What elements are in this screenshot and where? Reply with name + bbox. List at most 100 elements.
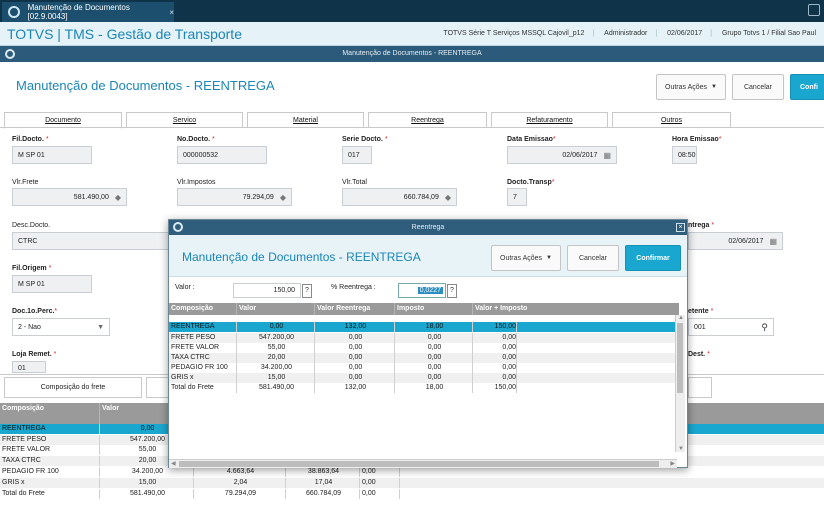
no-docto-label: No.Docto. *: [177, 136, 215, 143]
outras-acoes-button[interactable]: Outras Ações ▼: [656, 74, 726, 100]
scroll-down-icon[interactable]: ▼: [678, 446, 684, 452]
scroll-right-icon[interactable]: ▶: [670, 460, 675, 467]
tab-tertiary[interactable]: [688, 377, 712, 398]
grid-cell: 0,00: [473, 333, 517, 343]
serie-docto-label: Serie Docto. *: [342, 136, 388, 143]
confirm-button[interactable]: Confi: [790, 74, 824, 100]
dest-label: Dest. *: [688, 351, 710, 358]
table-row[interactable]: PEDAGIO FR 100 34.200,00 0,00 0,00 0,00: [169, 363, 679, 373]
outras-acoes-button[interactable]: Outras Ações ▼: [491, 245, 561, 271]
header-info: TOTVS Série T Serviços MSSQL Cajovil_p12…: [443, 30, 816, 37]
grid-cell: 0,00: [395, 333, 473, 343]
table-row[interactable]: FRETE VALOR 55,00 0,00 0,00 0,00: [169, 343, 679, 353]
browser-tab-title: Manutenção de Documentos [02.9.0043]: [27, 3, 130, 21]
grid-cell: FRETE VALOR: [169, 343, 237, 353]
tab-composicao-frete[interactable]: Composição do frete: [4, 377, 142, 398]
grid-cell: TAXA CTRC: [0, 456, 100, 466]
scroll-left-icon[interactable]: ◀: [171, 460, 176, 467]
entrega-field[interactable]: 02/06/2017 ▦: [688, 232, 783, 250]
grid-cell: 0,00: [315, 353, 395, 363]
docto-transp-field[interactable]: 7: [507, 188, 527, 206]
table-row[interactable]: FRETE PESO 547.200,00 0,00 0,00 0,00: [169, 333, 679, 343]
tab-outros[interactable]: Outros: [612, 112, 731, 128]
grid-cell: 0,00: [360, 478, 400, 488]
horizontal-scrollbar[interactable]: ◀ ▶: [169, 459, 677, 468]
vertical-scrollbar[interactable]: ▲ ▼: [675, 315, 685, 452]
remetente-field[interactable]: 001 ⚲: [688, 318, 774, 336]
grid-header-cell: Valor + Imposto: [475, 305, 528, 312]
valor-field[interactable]: 150,00: [233, 283, 301, 298]
vlr-frete-field[interactable]: 581.490,00 ◆: [12, 188, 127, 206]
grid-cell: 0,00: [315, 373, 395, 383]
grid-header-cell: Valor: [237, 303, 315, 315]
grid-cell: REENTREGA: [169, 322, 237, 332]
grid-cell: REENTREGA: [0, 424, 100, 434]
tab-servico[interactable]: Servico: [126, 112, 243, 128]
calculator-icon[interactable]: ◆: [115, 193, 121, 202]
grid-cell: 20,00: [237, 353, 315, 363]
grid-cell: 0,00: [473, 343, 517, 353]
help-button[interactable]: ?: [447, 284, 457, 298]
calculator-icon[interactable]: ◆: [280, 193, 286, 202]
confirm-button[interactable]: Confirmar: [625, 245, 681, 271]
table-row[interactable]: PEDAGIO FR 100 34.200,00 4.663,64 38.863…: [0, 467, 824, 477]
help-button[interactable]: ?: [302, 284, 312, 298]
tab-secondary[interactable]: [146, 377, 170, 398]
grid-cell: 38.863,64: [286, 467, 360, 477]
data-emissao-value: 02/06/2017: [562, 151, 598, 159]
doc-perc-select[interactable]: 2 - Nao ▼: [12, 318, 110, 336]
close-tab-icon[interactable]: ×: [169, 8, 174, 17]
fil-origem-label: Fil.Origem *: [12, 265, 52, 272]
pct-reentrega-value: 0,0227: [417, 287, 443, 294]
loja-remet-label: Loja Remet. *: [12, 351, 57, 358]
grid-cell: 55,00: [237, 343, 315, 353]
search-icon[interactable]: ⚲: [761, 322, 768, 333]
tab-refaturamento[interactable]: Refaturamento: [491, 112, 608, 128]
grid-cell: FRETE VALOR: [0, 445, 100, 455]
pct-reentrega-label: % Reentrega :: [331, 284, 376, 291]
grid-cell: PEDAGIO FR 100: [0, 467, 100, 477]
table-row[interactable]: REENTREGA 0,00 132,00 18,00 150,00: [169, 322, 679, 332]
calendar-icon[interactable]: ▦: [769, 237, 777, 246]
scrollbar-thumb[interactable]: [179, 461, 659, 467]
table-row[interactable]: GRIS x 15,00 0,00 0,00 0,00: [169, 373, 679, 383]
vlr-frete-value: 581.490,00: [73, 193, 109, 201]
docto-transp-label: Docto.Transp*: [507, 179, 555, 186]
grid-cell: 17,04: [286, 478, 360, 488]
calendar-icon[interactable]: ▦: [603, 151, 611, 160]
data-emissao-field[interactable]: 02/06/2017 ▦: [507, 146, 617, 164]
vlr-impostos-field[interactable]: 79.294,09 ◆: [177, 188, 292, 206]
grid-cell: 0,00: [473, 363, 517, 373]
vlr-total-field[interactable]: 660.784,09 ◆: [342, 188, 457, 206]
app-title: TOTVS | TMS - Gestão de Transporte: [7, 26, 242, 42]
tab-reentrega[interactable]: Reentrega: [368, 112, 487, 128]
calculator-icon[interactable]: ◆: [445, 193, 451, 202]
dialog-bar-title: Reentrega: [411, 224, 445, 231]
cancel-button[interactable]: Cancelar: [567, 245, 619, 271]
table-row[interactable]: GRIS x 15,00 2,04 17,04 0,00: [0, 478, 824, 488]
hora-emissao-field[interactable]: 08:50: [672, 146, 697, 164]
browser-tab[interactable]: Manutenção de Documentos [02.9.0043] ×: [2, 2, 174, 22]
table-row[interactable]: Total do Frete 581.490,00 132,00 18,00 1…: [169, 383, 679, 393]
grid-cell: 0,00: [395, 373, 473, 383]
window-title: Manutenção de Documentos - REENTREGA: [342, 50, 482, 57]
fil-origem-field[interactable]: M SP 01: [12, 275, 92, 293]
entrega-value: 02/06/2017: [728, 237, 764, 245]
cancel-button[interactable]: Cancelar: [732, 74, 784, 100]
grid-cell: 660.784,09: [286, 489, 360, 499]
loja-remet-field[interactable]: 01: [12, 361, 46, 373]
no-docto-field[interactable]: 000000532: [177, 146, 267, 164]
tab-material[interactable]: Material: [247, 112, 364, 128]
window-menu-icon[interactable]: [808, 4, 820, 16]
table-row[interactable]: Total do Frete 581.490,00 79.294,09 660.…: [0, 489, 824, 499]
fil-docto-field[interactable]: M SP 01: [12, 146, 92, 164]
desc-docto-field[interactable]: CTRC: [12, 232, 172, 250]
close-icon[interactable]: ×: [676, 223, 685, 232]
grid-cell: 0,00: [237, 322, 315, 332]
pct-reentrega-field[interactable]: 0,0227: [398, 283, 446, 298]
data-emissao-label: Data Emissao*: [507, 136, 556, 143]
scrollbar-thumb[interactable]: [677, 323, 683, 393]
table-row[interactable]: TAXA CTRC 20,00 0,00 0,00 0,00: [169, 353, 679, 363]
serie-docto-field[interactable]: 017: [342, 146, 372, 164]
scroll-up-icon[interactable]: ▲: [678, 315, 684, 321]
